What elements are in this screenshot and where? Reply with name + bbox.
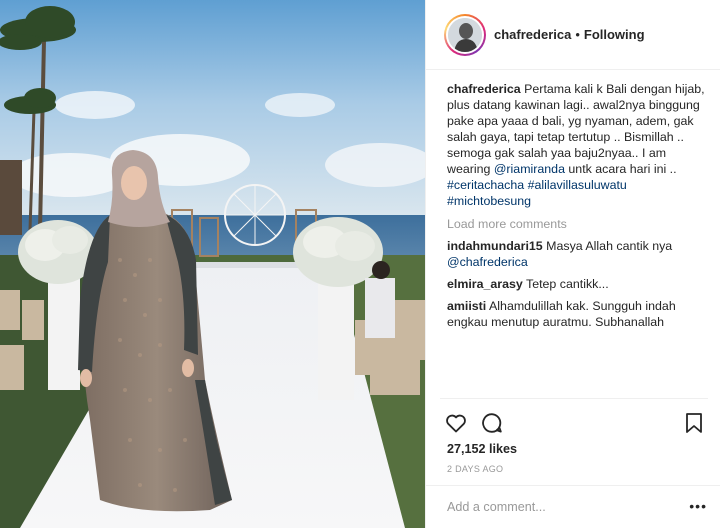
caption-hashtag[interactable]: #michtobesung <box>447 194 531 208</box>
load-more-comments-link[interactable]: Load more comments <box>447 216 709 232</box>
comment: elmira_arasy Tetep cantikk... <box>447 276 709 292</box>
actions-divider <box>440 398 708 399</box>
comment-bubble-icon[interactable] <box>480 411 504 435</box>
caption: chafrederica Pertama kali k Bali dengan … <box>447 81 709 209</box>
comment: indahmundari15 Masya Allah cantik nya @c… <box>447 238 709 270</box>
likes-count[interactable]: 27,152 likes <box>447 442 517 456</box>
caption-hashtag[interactable]: #ceritachacha <box>447 178 524 192</box>
heart-icon[interactable] <box>444 411 468 435</box>
post-details-panel: chafrederica • Following chafrederica Pe… <box>425 0 720 528</box>
post-date[interactable]: 2 DAYS AGO <box>447 464 503 474</box>
comment-text: Masya Allah cantik nya <box>546 239 673 253</box>
follow-status-button[interactable]: Following <box>584 27 645 42</box>
comments-list: chafrederica Pertama kali k Bali dengan … <box>447 81 709 330</box>
comment: amiisti Alhamdulillah kak. Sungguh indah… <box>447 298 709 330</box>
separator-dot: • <box>575 27 580 42</box>
avatar[interactable] <box>448 17 482 52</box>
comment-mention[interactable]: @chafrederica <box>447 255 528 269</box>
action-bar <box>444 409 706 437</box>
caption-text-2: untk acara hari ini .. <box>564 162 677 176</box>
caption-username[interactable]: chafrederica <box>447 82 521 96</box>
comment-username[interactable]: indahmundari15 <box>447 239 543 253</box>
avatar-image <box>448 17 482 52</box>
post-photo-image <box>0 0 425 528</box>
caption-hashtag[interactable]: #alilavillasuluwatu <box>528 178 627 192</box>
post-author-username[interactable]: chafrederica <box>494 27 571 42</box>
post-photo[interactable] <box>0 0 425 528</box>
comment-username[interactable]: elmira_arasy <box>447 277 523 291</box>
caption-mention[interactable]: @riamiranda <box>494 162 565 176</box>
comment-username[interactable]: amiisti <box>447 299 486 313</box>
comment-text: Tetep cantikk... <box>526 277 609 291</box>
story-ring[interactable] <box>444 13 486 56</box>
more-options-icon[interactable]: ••• <box>689 498 707 514</box>
add-comment-input[interactable] <box>447 497 677 517</box>
bookmark-icon[interactable] <box>682 411 706 435</box>
add-comment-row: ••• <box>426 485 720 528</box>
post-header: chafrederica • Following <box>426 0 720 70</box>
